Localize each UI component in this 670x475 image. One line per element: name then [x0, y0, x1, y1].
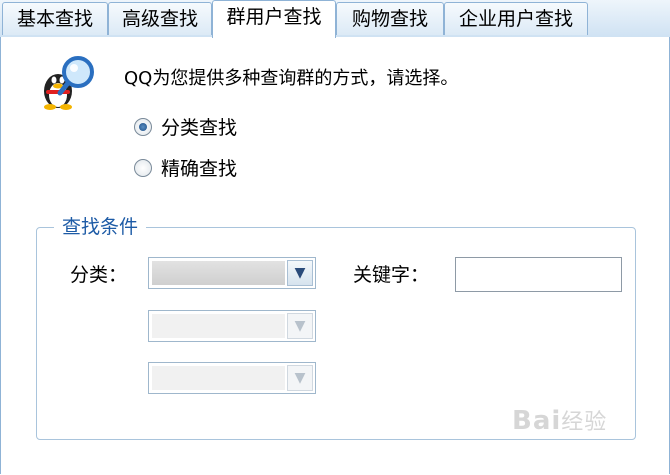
intro-text: QQ为您提供多种查询群的方式，请选择。 [124, 68, 459, 89]
category-select-3[interactable]: ▼ [148, 362, 316, 394]
tab-basic-search[interactable]: 基本查找 [2, 2, 108, 35]
tab-group-user-search[interactable]: 群用户查找 [212, 0, 336, 38]
chevron-down-icon[interactable]: ▼ [287, 260, 313, 286]
chevron-down-icon[interactable]: ▼ [287, 365, 313, 391]
keyword-label: 关键字： [353, 264, 430, 286]
radio-button-checked[interactable] [134, 117, 152, 136]
watermark-logo: Bai经验 [512, 406, 608, 436]
keyword-input[interactable] [455, 257, 622, 292]
radio-label: 精确查找 [161, 158, 238, 180]
tab-advanced-search[interactable]: 高级查找 [108, 2, 212, 35]
radio-category-search[interactable]: 分类查找 [134, 113, 237, 140]
chevron-down-icon[interactable]: ▼ [287, 313, 313, 339]
radio-label: 分类查找 [161, 117, 238, 139]
category-select-1[interactable]: ▼ [148, 257, 316, 289]
select-value [152, 261, 285, 285]
radio-exact-search[interactable]: 精确查找 [134, 154, 237, 181]
group-legend: 查找条件 [54, 212, 147, 239]
select-value [152, 314, 285, 338]
category-select-2[interactable]: ▼ [148, 310, 316, 342]
radio-button[interactable] [134, 158, 152, 177]
tab-enterprise-user-search[interactable]: 企业用户查找 [444, 2, 588, 35]
tab-bar: 基本查找 高级查找 群用户查找 购物查找 企业用户查找 [0, 0, 670, 38]
tab-shopping-search[interactable]: 购物查找 [336, 2, 444, 35]
qq-penguin-search-icon [44, 56, 94, 110]
select-value [152, 366, 285, 390]
category-label: 分类： [70, 264, 128, 286]
